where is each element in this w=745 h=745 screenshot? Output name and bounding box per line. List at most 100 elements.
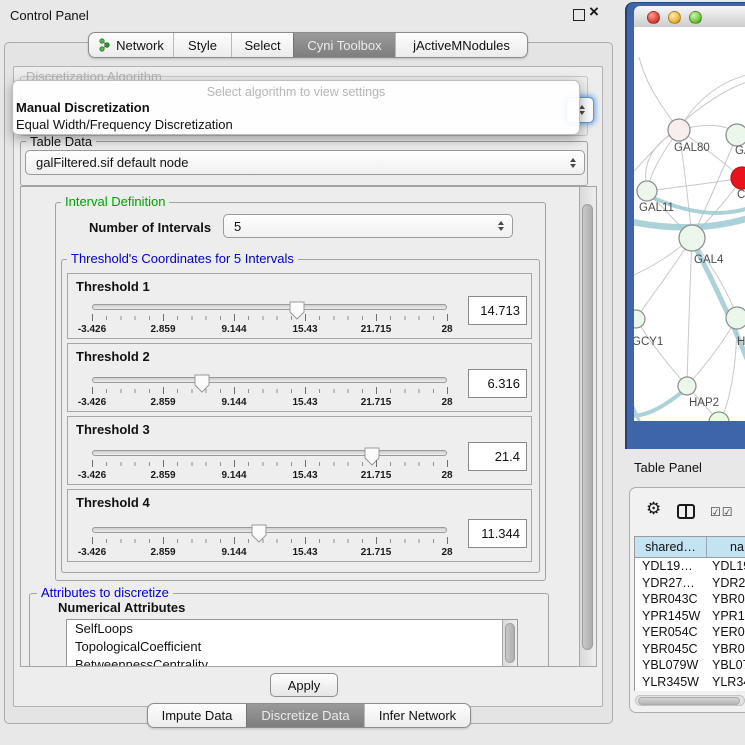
list-item[interactable]: TopologicalCoefficient xyxy=(67,638,517,656)
tab-infer-network[interactable]: Infer Network xyxy=(364,704,470,727)
close-traffic-light-icon[interactable] xyxy=(647,11,660,24)
node-label: GAL11 xyxy=(639,202,674,214)
tick-label: 2.859 xyxy=(133,470,193,481)
checkboxes-icon[interactable]: ☑☑ xyxy=(710,505,734,519)
tick-label: 15.43 xyxy=(275,397,335,408)
tick-label: 2.859 xyxy=(133,397,193,408)
tab-select-label: Select xyxy=(244,38,280,53)
cell-name: YBR04 xyxy=(707,642,745,656)
tab-discretize-data[interactable]: Discretize Data xyxy=(246,704,364,727)
tab-cyni-toolbox[interactable]: Cyni Toolbox xyxy=(293,33,395,57)
threshold-2-value-field[interactable]: 6.316 xyxy=(468,369,527,398)
table-row[interactable]: YBR045C YBR04 xyxy=(635,641,745,658)
table-horizontal-scrollbar[interactable] xyxy=(635,695,745,706)
tick-label: 28 xyxy=(417,470,477,481)
threshold-1-value-field[interactable]: 14.713 xyxy=(468,296,527,325)
control-panel-titlebar: Control Panel × xyxy=(0,0,620,30)
list-item[interactable]: BetweennessCentrality xyxy=(67,656,517,667)
table-row[interactable]: YER054C YER05 xyxy=(635,624,745,641)
threshold-3-value-field[interactable]: 21.4 xyxy=(468,442,527,471)
float-window-icon[interactable] xyxy=(573,9,585,21)
threshold-3-slider-track[interactable] xyxy=(92,450,447,456)
tick-label: 9.144 xyxy=(204,470,264,481)
table-data-combo[interactable]: galFiltered.sif default node xyxy=(25,150,585,175)
columns-icon[interactable] xyxy=(677,504,695,519)
tab-impute-data-label: Impute Data xyxy=(162,708,233,723)
threshold-4-slider-track[interactable] xyxy=(92,527,447,533)
settings-vertical-scrollbar[interactable] xyxy=(579,187,597,666)
cell-name: YER05 xyxy=(707,625,745,639)
network-node xyxy=(634,310,645,328)
number-of-intervals-combo[interactable]: 5 xyxy=(223,214,513,238)
table-row[interactable]: YDL19… YDL19 xyxy=(635,558,745,575)
network-node xyxy=(668,119,690,141)
network-window-titlebar[interactable] xyxy=(634,6,745,29)
tick-label: -3.426 xyxy=(62,547,122,558)
close-icon[interactable]: × xyxy=(589,2,599,22)
cell-shared-name: YDR27… xyxy=(635,576,707,590)
network-canvas[interactable]: GAL80 GAL C GAL11 GAL4 GCY1 H HAP2 xyxy=(634,27,745,421)
tick-label: 9.144 xyxy=(204,397,264,408)
tick-label: 21.715 xyxy=(346,324,406,335)
scrollbar-thumb[interactable] xyxy=(505,623,515,663)
tick-marks xyxy=(92,316,448,320)
node-label: H xyxy=(737,336,745,348)
tick-label: 21.715 xyxy=(346,397,406,408)
tab-style[interactable]: Style xyxy=(173,33,231,57)
node-label: C xyxy=(737,189,745,201)
tab-infer-network-label: Infer Network xyxy=(379,708,456,723)
algorithm-option-manual[interactable]: Manual Discretization xyxy=(16,100,556,115)
threshold-1-panel: Threshold 1 -3.426 2.859 9.144 15.43 21.… xyxy=(67,273,532,339)
scrollbar-thumb[interactable] xyxy=(582,204,593,650)
table-row[interactable]: YPR145W YPR14 xyxy=(635,608,745,625)
tab-select[interactable]: Select xyxy=(231,33,293,57)
list-vertical-scrollbar[interactable] xyxy=(502,620,517,667)
threshold-4-label: Threshold 4 xyxy=(76,495,150,510)
table-data-combo-value: galFiltered.sif default node xyxy=(36,155,188,170)
threshold-2-slider-track[interactable] xyxy=(92,377,447,383)
control-panel-title: Control Panel xyxy=(10,8,89,23)
table-header-row: shared… na xyxy=(634,536,745,558)
network-node xyxy=(679,225,705,251)
threshold-4-panel: Threshold 4 -3.426 2.859 9.144 15.43 21.… xyxy=(67,489,532,562)
cell-shared-name: YBR045C xyxy=(635,642,707,656)
node-label: GAL4 xyxy=(694,254,724,266)
tick-marks xyxy=(92,389,448,393)
column-header-label: shared… xyxy=(645,540,696,554)
threshold-1-slider-track[interactable] xyxy=(92,304,447,310)
column-header-label: na xyxy=(730,540,744,554)
threshold-2-label: Threshold 2 xyxy=(76,349,150,364)
apply-button[interactable]: Apply xyxy=(270,673,338,697)
scrollbar-thumb[interactable] xyxy=(638,697,740,705)
table-row[interactable]: YIL052C YIL05 xyxy=(635,690,745,691)
column-header-shared-name[interactable]: shared… xyxy=(635,537,707,557)
network-view-window[interactable]: GAL80 GAL C GAL11 GAL4 GCY1 H HAP2 xyxy=(625,2,745,449)
table-row[interactable]: YBL079W YBL07 xyxy=(635,657,745,674)
cell-name: YDL19 xyxy=(707,559,745,573)
node-label: GAL80 xyxy=(674,142,710,154)
numerical-attributes-list[interactable]: SelfLoops TopologicalCoefficient Between… xyxy=(66,619,518,667)
threshold-2-panel: Threshold 2 -3.426 2.859 9.144 15.43 21.… xyxy=(67,343,532,412)
thresholds-group-label: Threshold's Coordinates for 5 Intervals xyxy=(67,252,298,265)
tab-impute-data[interactable]: Impute Data xyxy=(148,704,246,727)
algorithm-option-equal-width[interactable]: Equal Width/Frequency Discretization xyxy=(16,117,556,132)
table-row[interactable]: YDR27… YDR27 xyxy=(635,575,745,592)
list-item[interactable]: SelfLoops xyxy=(67,620,517,638)
cell-name: YDR27 xyxy=(707,576,745,590)
network-node xyxy=(678,377,696,395)
network-node xyxy=(637,181,657,201)
gear-icon[interactable]: ⚙ xyxy=(646,500,661,517)
network-node xyxy=(726,307,745,329)
algorithm-placeholder: Select algorithm to view settings xyxy=(13,85,579,99)
minimize-traffic-light-icon[interactable] xyxy=(668,11,681,24)
tab-network[interactable]: Network xyxy=(89,33,173,57)
tab-jactivemnodules[interactable]: jActiveMNodules xyxy=(395,33,527,57)
threshold-4-value-field[interactable]: 11.344 xyxy=(468,519,527,548)
column-header-name[interactable]: na xyxy=(707,537,745,557)
cell-shared-name: YPR145W xyxy=(635,609,707,623)
table-row[interactable]: YLR345W YLR34 xyxy=(635,674,745,691)
zoom-traffic-light-icon[interactable] xyxy=(689,11,702,24)
table-row[interactable]: YBR043C YBR04 xyxy=(635,591,745,608)
node-label: GAL xyxy=(735,145,745,157)
tab-cyni-toolbox-label: Cyni Toolbox xyxy=(307,38,381,53)
